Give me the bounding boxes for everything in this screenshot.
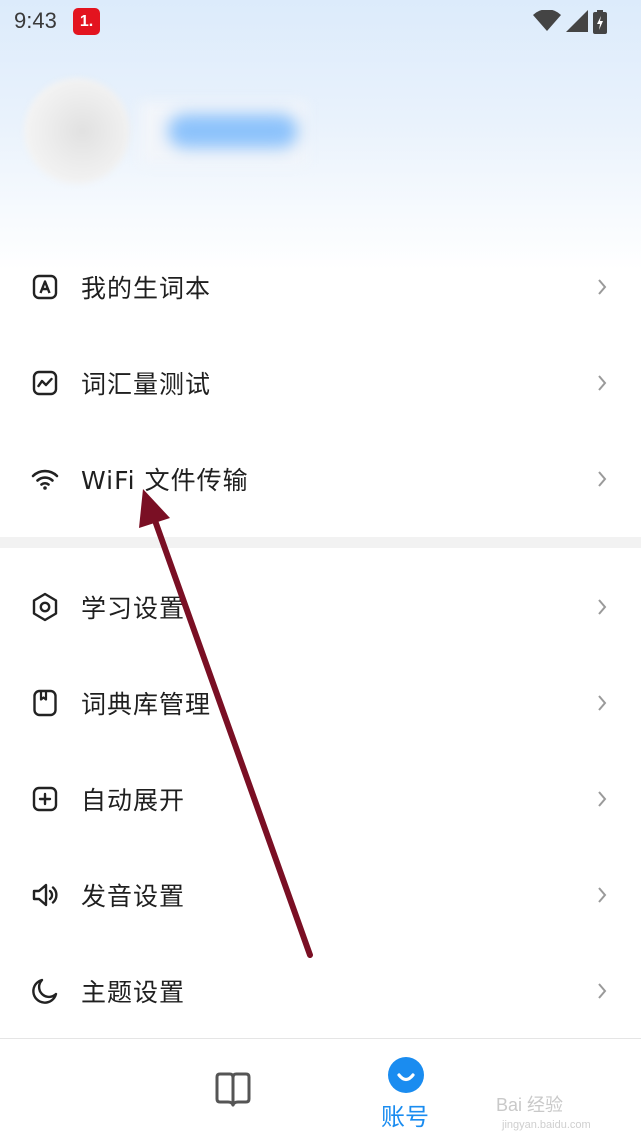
menu-item-pronunciation-settings[interactable]: 发音设置	[0, 847, 641, 943]
chevron-right-icon	[598, 599, 607, 615]
wifi-signal-icon	[533, 10, 561, 31]
watermark-url: jingyan.baidu.com	[502, 1119, 591, 1131]
chevron-right-icon	[598, 375, 607, 391]
avatar[interactable]	[24, 78, 130, 184]
cell-signal-icon	[566, 10, 588, 32]
menu-item-label: 词典库管理	[81, 690, 212, 719]
watermark-logo: Bai 经验	[496, 1095, 564, 1115]
chevron-right-icon	[598, 279, 607, 295]
menu-item-label: 我的生词本	[81, 274, 212, 303]
bottom-nav: 账号 Bai 经验 jingyan.baidu.com	[0, 1038, 641, 1140]
menu-item-wifi-transfer[interactable]: WiFi 文件传输	[0, 431, 641, 527]
plus-square-icon	[30, 784, 60, 814]
menu-item-label: 主题设置	[81, 978, 186, 1007]
book-icon	[215, 1072, 251, 1107]
battery-icon	[593, 10, 607, 34]
menu-item-label: WiFi 文件传输	[81, 466, 249, 495]
tab-account-label: 账号	[381, 1103, 429, 1131]
line-chart-square-icon	[30, 368, 60, 398]
account-icon	[388, 1057, 424, 1093]
moon-icon	[30, 976, 60, 1006]
wifi-icon	[30, 464, 60, 494]
tab-dictionary[interactable]	[213, 1071, 253, 1113]
menu-item-dictionary-management[interactable]: 词典库管理	[0, 655, 641, 751]
hexagon-settings-icon	[30, 592, 60, 622]
status-bar: 9:43 1.	[0, 0, 641, 44]
menu-item-label: 学习设置	[81, 594, 186, 623]
chevron-right-icon	[598, 471, 607, 487]
letter-a-square-icon	[30, 272, 60, 302]
speaker-icon	[30, 880, 60, 910]
chevron-right-icon	[598, 695, 607, 711]
dictionary-icon	[30, 688, 60, 718]
status-time: 9:43	[14, 8, 57, 33]
menu-item-theme-settings[interactable]: 主题设置	[0, 943, 641, 1039]
username[interactable]	[168, 114, 298, 148]
section-divider	[0, 537, 641, 548]
notification-badge: 1.	[73, 8, 100, 35]
menu-item-vocabulary-book[interactable]: 我的生词本	[0, 239, 641, 335]
chevron-right-icon	[598, 791, 607, 807]
chevron-right-icon	[598, 983, 607, 999]
menu-item-label: 自动展开	[81, 786, 186, 815]
menu-item-study-settings[interactable]: 学习设置	[0, 559, 641, 655]
menu-item-auto-expand[interactable]: 自动展开	[0, 751, 641, 847]
chevron-right-icon	[598, 887, 607, 903]
menu-item-vocabulary-test[interactable]: 词汇量测试	[0, 335, 641, 431]
menu-item-label: 词汇量测试	[81, 370, 212, 399]
menu-item-label: 发音设置	[81, 882, 186, 911]
